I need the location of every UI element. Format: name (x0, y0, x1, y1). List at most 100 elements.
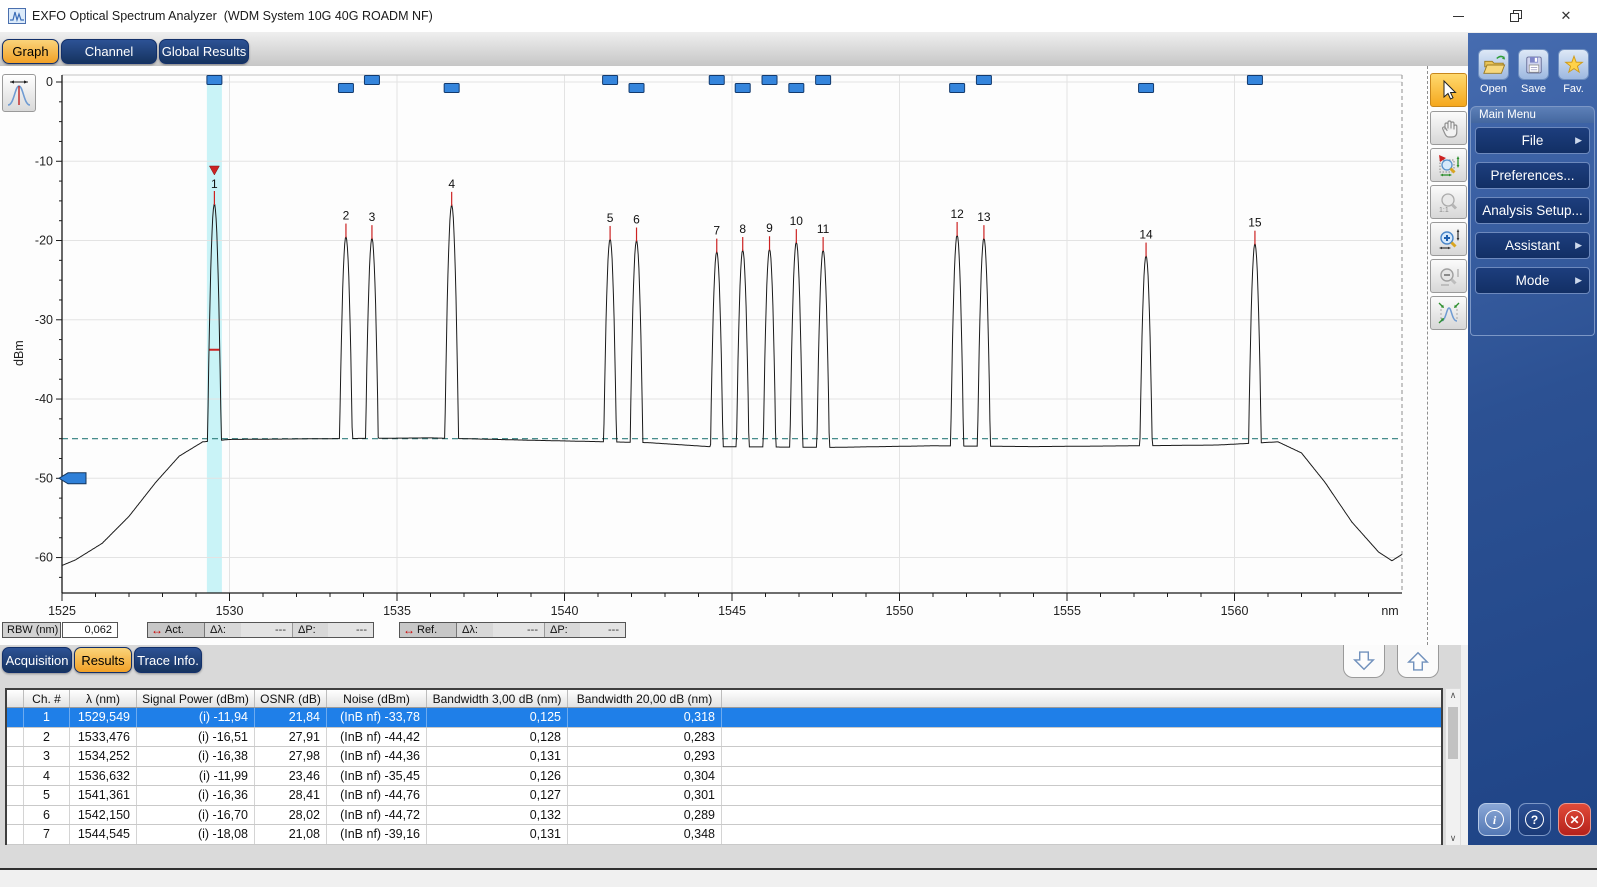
column-header (7, 690, 24, 707)
expand-table-button[interactable] (1343, 645, 1385, 678)
main-menu-body: File ▶ Preferences... Analysis Setup... … (1470, 123, 1595, 336)
axis-tick-label: 1550 (886, 604, 914, 618)
channel-marker[interactable] (708, 75, 725, 85)
table-row[interactable]: 5 1541,361 (i) -16,36 28,41 (InB nf) -44,76 0… (7, 786, 1441, 806)
table-cell: 1533,476 (70, 727, 137, 746)
axis-tick-label: 1535 (383, 604, 411, 618)
table-cell: 5 (24, 786, 70, 805)
channel-marker[interactable] (761, 75, 778, 85)
channel-marker[interactable] (975, 75, 992, 85)
axis-tick-label: 1530 (216, 604, 244, 618)
scroll-up-icon[interactable]: ∧ (1446, 690, 1460, 701)
close-button[interactable]: ✕ (1543, 0, 1589, 32)
open-folder-icon (1482, 55, 1505, 74)
table-cell: 1534,252 (70, 747, 137, 766)
tab-acquisition[interactable]: Acquisition (2, 647, 72, 673)
axis-tick-label: 3 (369, 210, 376, 224)
table-cell: 1541,361 (70, 786, 137, 805)
table-row[interactable]: 7 1544,545 (i) -18,08 21,08 (InB nf) -39,16 0… (7, 825, 1441, 845)
channel-marker[interactable] (788, 83, 805, 93)
table-cell: 23,46 (255, 766, 327, 785)
pan-hand-tool-button[interactable] (1430, 111, 1467, 145)
channel-marker[interactable] (628, 83, 645, 93)
table-cell (7, 766, 24, 785)
top-tab-bar: Graph Channel Results Global Results (0, 32, 1468, 83)
spectrum-chart[interactable]: 1525 1530 1535 1540 1545 1550 1555 1560 nm0-10-2… (0, 66, 1468, 645)
axis-tick-label: 1555 (1053, 604, 1081, 618)
act-delta-power-value: --- (328, 623, 373, 637)
axis-tick-label: 14 (1139, 228, 1153, 242)
restore-button[interactable] (1493, 0, 1539, 32)
table-scrollbar[interactable]: ∧ ∨ (1445, 688, 1461, 846)
table-cell: 0,128 (427, 727, 568, 746)
zoom-one-to-one-button[interactable]: 1:1 (1430, 185, 1467, 219)
collapse-table-button[interactable] (1397, 645, 1439, 678)
tab-results[interactable]: Results (74, 647, 132, 673)
menu-item-preferences[interactable]: Preferences... (1475, 162, 1590, 189)
rbw-value: 0,062 (62, 622, 118, 638)
tab-trace-info[interactable]: Trace Info. (134, 647, 202, 673)
table-row[interactable]: 2 1533,476 (i) -16,51 27,91 (InB nf) -44,42 0… (7, 727, 1441, 747)
column-header: Bandwidth 20,00 dB (nm) (568, 690, 722, 707)
active-marker-group[interactable]: ↔ Act. Δλ: --- ΔP: --- (147, 622, 374, 638)
graph-section: 1525 1530 1535 1540 1545 1550 1555 1560 nm 0 -10 -2… (0, 66, 1468, 645)
scrollbar-thumb[interactable] (1448, 707, 1458, 759)
tab-graph[interactable]: Graph (2, 39, 59, 64)
channel-marker[interactable] (602, 75, 619, 85)
menu-item-analysis-setup[interactable]: Analysis Setup... (1475, 197, 1590, 224)
table-cell: 1536,632 (70, 766, 137, 785)
select-cursor-tool-button[interactable] (1430, 73, 1467, 107)
axis-tick-label: 1540 (551, 604, 579, 618)
channel-marker[interactable] (206, 75, 223, 85)
arrow-up-icon (1406, 651, 1430, 671)
info-button[interactable]: i (1478, 803, 1511, 836)
scroll-down-icon[interactable]: ∨ (1446, 833, 1460, 844)
axis-tick-label: 10 (790, 214, 804, 228)
channel-marker[interactable] (1246, 75, 1263, 85)
zoom-in-tool-button[interactable] (1430, 222, 1467, 256)
channel-marker[interactable] (363, 75, 380, 85)
table-cell: 28,02 (255, 805, 327, 824)
channel-marker[interactable] (949, 83, 966, 93)
title-bar: EXFO Optical Spectrum Analyzer (WDM Syst… (0, 0, 1597, 32)
channel-marker[interactable] (443, 83, 460, 93)
channel-marker[interactable] (734, 83, 751, 93)
level-marker-arrow[interactable] (58, 472, 87, 485)
axis-tick-label: -20 (35, 234, 53, 248)
channel-marker[interactable] (1138, 83, 1155, 93)
reference-marker-group[interactable]: ↔ Ref. Δλ: --- ΔP: --- (399, 622, 626, 638)
status-strip (0, 845, 1597, 868)
table-row[interactable]: 4 1536,632 (i) -11,99 23,46 (InB nf) -35,45 0… (7, 766, 1441, 786)
auto-scale-spectrum-button[interactable] (1430, 296, 1467, 330)
axis-tick-label: -60 (35, 551, 53, 565)
main-menu-panel: Open Save Fav. Main Menu File ▶ Preferen… (1468, 33, 1597, 845)
zoom-area-tool-button[interactable] (1430, 148, 1467, 182)
channel-marker[interactable] (815, 75, 832, 85)
table-row[interactable]: 3 1534,252 (i) -16,38 27,98 (InB nf) -44,36 0… (7, 747, 1441, 767)
exit-button[interactable]: ✕ (1558, 803, 1591, 836)
table-cell: 1542,150 (70, 805, 137, 824)
help-button[interactable]: ? (1518, 803, 1551, 836)
table-cell: 2 (24, 727, 70, 746)
channel-marker[interactable] (337, 83, 354, 93)
menu-item-mode[interactable]: Mode ▶ (1475, 267, 1590, 294)
tab-channel-results[interactable]: Channel Results (61, 39, 157, 83)
marker-peak-tool-button[interactable] (2, 74, 36, 112)
double-arrow-icon: ↔ (151, 623, 163, 637)
favorites-button[interactable] (1558, 49, 1589, 80)
table-row[interactable]: 1 1529,549 (i) -11,94 21,84 (InB nf) -33,78 0… (7, 708, 1441, 728)
favorites-star-icon (1563, 54, 1584, 73)
menu-item-assistant[interactable]: Assistant ▶ (1475, 232, 1590, 259)
table-cell: 0,283 (568, 727, 722, 746)
minimize-button[interactable] (1435, 0, 1481, 32)
table-cell: (i) -11,94 (137, 708, 255, 727)
tab-global-results[interactable]: Global Results (159, 39, 249, 64)
submenu-arrow-icon: ▶ (1575, 135, 1582, 145)
zoom-out-tool-button[interactable] (1430, 259, 1467, 293)
table-cell: (i) -16,70 (137, 805, 255, 824)
save-button[interactable] (1518, 49, 1549, 80)
table-row[interactable]: 6 1542,150 (i) -16,70 28,02 (InB nf) -44,72 0… (7, 805, 1441, 825)
open-button[interactable] (1478, 49, 1509, 80)
menu-item-file[interactable]: File ▶ (1475, 127, 1590, 154)
table-cell: (InB nf) -44,36 (327, 747, 427, 766)
